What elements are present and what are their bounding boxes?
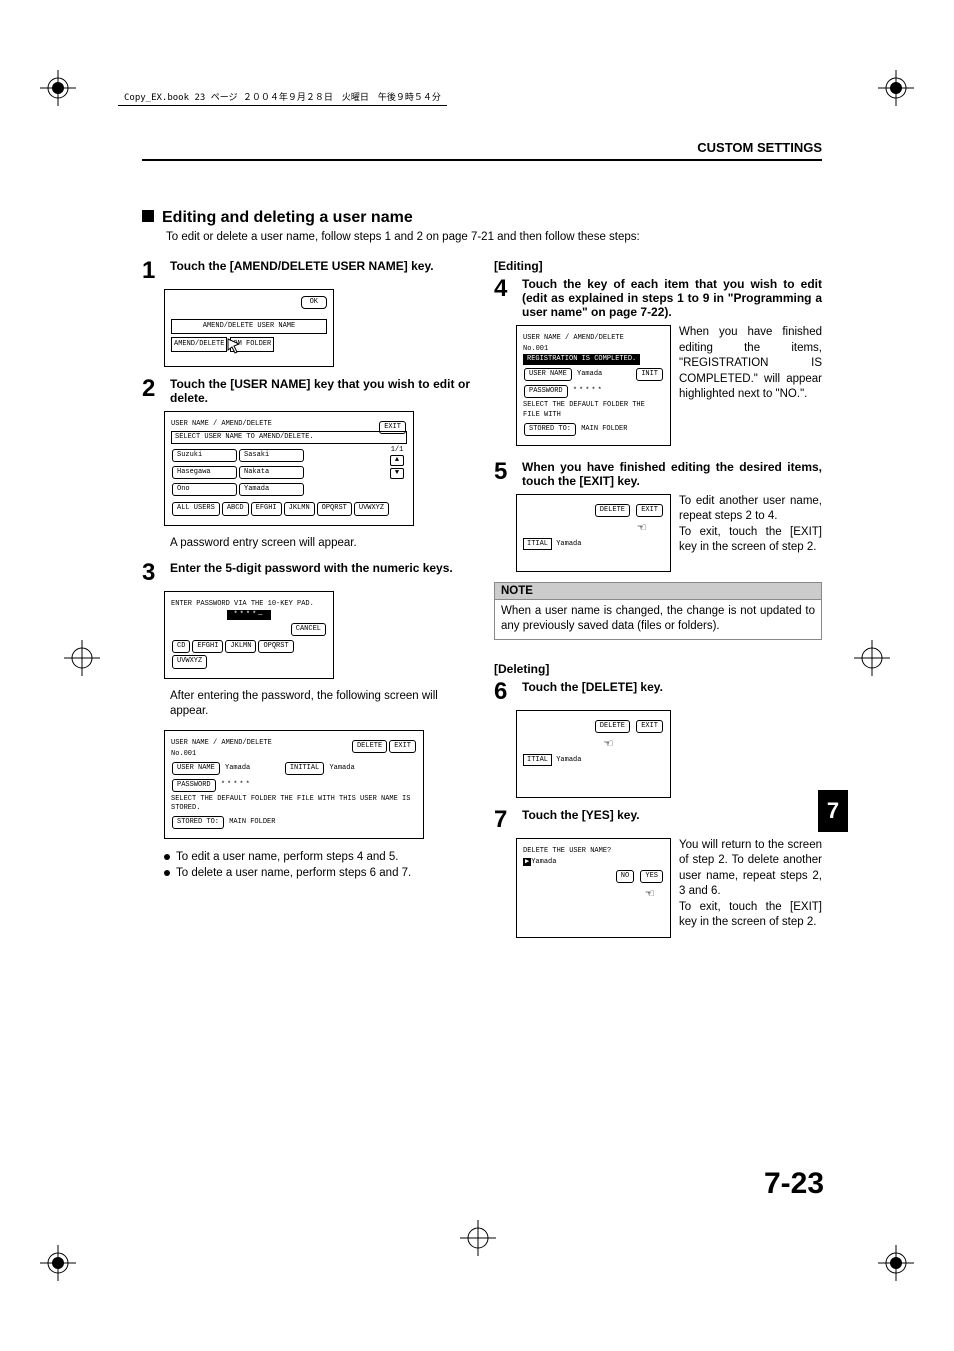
tab-efghi[interactable]: EFGHI [251, 502, 282, 515]
user-yamada[interactable]: Yamada [239, 483, 304, 496]
initial-key[interactable]: INIT [636, 368, 663, 381]
tab-jklmn[interactable]: JKLMN [284, 502, 315, 515]
hand-pointer-icon: ☜ [523, 886, 664, 904]
exit-button[interactable]: EXIT [636, 720, 663, 733]
password-key[interactable]: PASSWORD [524, 385, 568, 398]
step-2-after: A password entry screen will appear. [170, 536, 470, 552]
delete-button[interactable]: DELETE [595, 504, 630, 517]
exit-button[interactable]: EXIT [389, 740, 416, 753]
exit-button[interactable]: EXIT [636, 504, 663, 517]
figure-step-5: DELETE EXIT ☜ ITIAL Yamada [516, 494, 671, 572]
exit-button[interactable]: EXIT [379, 421, 406, 434]
step-2: 2 Touch the [USER NAME] key that you wis… [142, 377, 470, 405]
print-header-tag: Copy_EX.book 23 ページ ２００４年９月２８日 火曜日 午後９時５… [118, 88, 447, 106]
amend-delete-user-name-key[interactable]: AMEND/DELETE USER NAME [171, 319, 327, 334]
tab-opqrst[interactable]: OPQRST [317, 502, 352, 515]
crosshair-right [854, 640, 890, 676]
hand-pointer-icon: ☜ [523, 520, 664, 538]
bullet-edit: To edit a user name, perform steps 4 and… [164, 849, 470, 865]
user-nakata[interactable]: Nakata [239, 466, 304, 479]
step-4-text: When you have finished editing the items… [679, 325, 822, 446]
crosshair-left [64, 640, 100, 676]
delete-button[interactable]: DELETE [595, 720, 630, 733]
figure-step-2: USER NAME / AMEND/DELETEEXIT SELECT USER… [164, 411, 414, 526]
crop-mark-tr [878, 70, 914, 106]
delete-button[interactable]: DELETE [352, 740, 387, 753]
bullet-delete: To delete a user name, perform steps 6 a… [164, 865, 470, 881]
up-arrow-button[interactable]: ▲ [390, 455, 404, 466]
user-hasegawa[interactable]: Hasegawa [172, 466, 237, 479]
deleting-subhead: [Deleting] [494, 662, 822, 676]
user-name-key[interactable]: USER NAME [524, 368, 572, 381]
initial-key[interactable]: INITIAL [285, 762, 324, 775]
figure-step-6: DELETE EXIT ☜ ITIAL Yamada [516, 710, 671, 798]
password-key[interactable]: PASSWORD [172, 779, 216, 792]
section-header: CUSTOM SETTINGS [142, 140, 822, 161]
tab-uvwxyz[interactable]: UVWXYZ [354, 502, 389, 515]
crop-mark-br [878, 1245, 914, 1281]
password-mask: ****— [227, 610, 270, 620]
yes-button[interactable]: YES [640, 870, 663, 883]
page-number: 7-23 [764, 1167, 824, 1201]
user-name-key[interactable]: USER NAME [172, 762, 220, 775]
figure-step-3a: ENTER PASSWORD VIA THE 10-KEY PAD. ****—… [164, 591, 334, 678]
stored-to-key[interactable]: STORED TO: [524, 423, 576, 436]
tab-all-users[interactable]: ALL USERS [172, 502, 220, 515]
step-5-text: To edit another user name, repeat steps … [679, 494, 822, 572]
step-7-text: You will return to the screen of step 2.… [679, 838, 822, 938]
registration-completed-banner: REGISTRATION IS COMPLETED. [523, 354, 640, 365]
step-1: 1 Touch the [AMEND/DELETE USER NAME] key… [142, 259, 470, 283]
editing-subhead: [Editing] [494, 259, 822, 273]
user-ono[interactable]: Ono [172, 483, 237, 496]
step-3-after: After entering the password, the followi… [170, 689, 470, 720]
step-7: 7 Touch the [YES] key. [494, 808, 822, 832]
figure-step-7: DELETE THE USER NAME? ▶Yamada NO YES ☜ [516, 838, 671, 938]
tab-abcd[interactable]: ABCD [222, 502, 249, 515]
no-button[interactable]: NO [616, 870, 634, 883]
stored-to-key[interactable]: STORED TO: [172, 816, 224, 829]
step-4: 4 Touch the key of each item that you wi… [494, 277, 822, 319]
step-5: 5 When you have finished editing the des… [494, 460, 822, 488]
ok-button[interactable]: OK [301, 296, 327, 309]
figure-step-3b: USER NAME / AMEND/DELETEEXITDELETE No.00… [164, 730, 424, 840]
crosshair-bottom [460, 1220, 496, 1256]
user-suzuki[interactable]: Suzuki [172, 449, 237, 462]
note-box: NOTE When a user name is changed, the ch… [494, 582, 822, 640]
down-arrow-button[interactable]: ▼ [390, 468, 404, 479]
figure-step-1: OK AMEND/DELETE USER NAME AMEND/DELETE O… [164, 289, 334, 367]
intro-text: To edit or delete a user name, follow st… [166, 231, 822, 243]
user-sasaki[interactable]: Sasaki [239, 449, 304, 462]
crop-mark-bl [40, 1245, 76, 1281]
crop-mark-tl [40, 70, 76, 106]
chapter-tab: 7 [818, 790, 848, 832]
amend-delete-key[interactable]: AMEND/DELETE [171, 337, 227, 352]
page-heading: Editing and deleting a user name [142, 209, 822, 227]
figure-step-4: USER NAME / AMEND/DELETE No.001 REGISTRA… [516, 325, 671, 446]
cancel-button[interactable]: CANCEL [291, 623, 326, 636]
pointer-icon [225, 336, 245, 356]
step-3: 3 Enter the 5-digit password with the nu… [142, 561, 470, 585]
step-6: 6 Touch the [DELETE] key. [494, 680, 822, 704]
hand-pointer-icon: ☜ [523, 736, 664, 754]
